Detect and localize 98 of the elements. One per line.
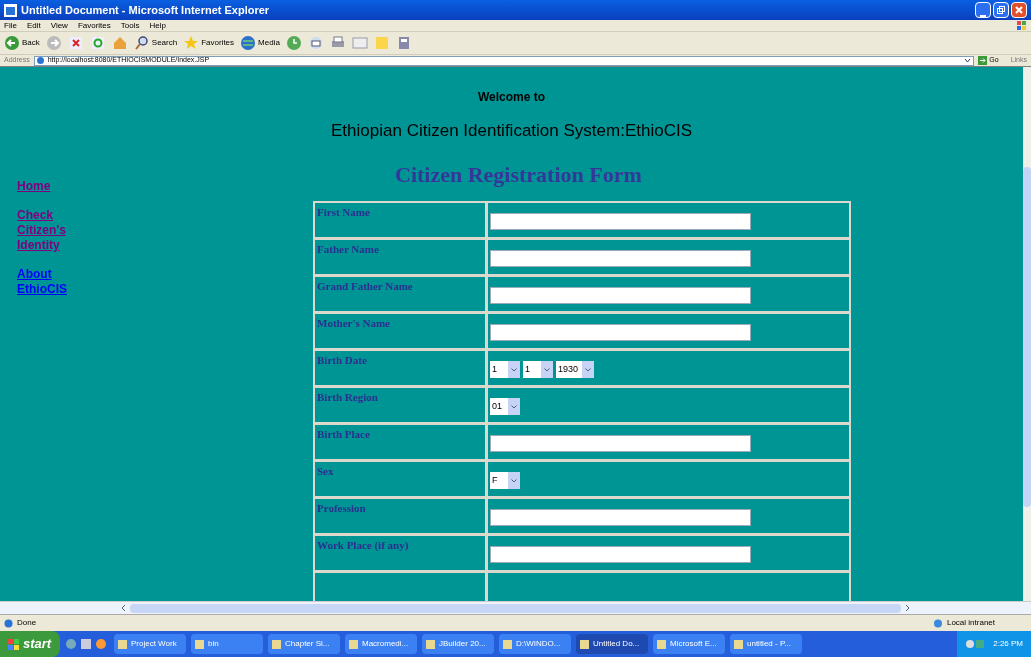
dropdown[interactable]: 01 [490, 398, 520, 415]
menu-item[interactable]: Edit [26, 19, 41, 32]
taskbar-button[interactable]: Project Work [114, 634, 186, 654]
windows-logo-icon [1017, 20, 1027, 31]
stop-button[interactable] [67, 35, 84, 51]
network-icon [965, 639, 986, 649]
minimize-button[interactable] [975, 2, 991, 18]
field-label: Birth Date [315, 350, 485, 385]
caret-icon [511, 478, 517, 483]
star-icon [183, 35, 200, 51]
field-label: First Name [315, 202, 485, 237]
field-label: Profession [315, 498, 485, 533]
media-button[interactable]: Media [240, 35, 280, 51]
forward-button[interactable] [45, 35, 62, 51]
quick-launch-icon[interactable] [65, 638, 109, 650]
window-icon [503, 639, 512, 649]
clock-text: 2:26 PM [993, 638, 1023, 650]
taskbar-button[interactable]: bin [191, 634, 263, 654]
window-title: Untitled Document - Microsoft Internet Explorer [21, 2, 270, 18]
note-icon [373, 35, 390, 51]
taskbar-button[interactable]: JBuilder 20... [422, 634, 494, 654]
caret-icon [511, 404, 517, 409]
edit-button[interactable] [351, 35, 368, 51]
scroll-left-icon [120, 604, 126, 612]
restore-icon [997, 6, 1005, 14]
windows-logo-icon [8, 638, 19, 650]
input-field[interactable] [490, 250, 751, 267]
stop-icon [67, 35, 84, 51]
close-icon [1015, 6, 1023, 14]
taskbar-button[interactable]: Microsoft E... [653, 634, 725, 654]
input-field[interactable] [490, 546, 751, 563]
browser-icon [4, 3, 17, 17]
window-icon [734, 639, 743, 649]
window-icon [349, 639, 358, 649]
status-text: Done [17, 617, 37, 629]
home-button[interactable] [111, 35, 128, 51]
field-label: Birth Place [315, 424, 485, 459]
scroll-right-icon [905, 604, 911, 612]
window-icon [272, 639, 281, 649]
taskbar-button[interactable]: Untitled Do... [576, 634, 648, 654]
field-label: Grand Father Name [315, 276, 485, 311]
clock-icon [285, 35, 302, 51]
menu-item[interactable]: Favorites [77, 19, 111, 32]
dropdown[interactable]: 1930 [556, 361, 594, 378]
input-field[interactable] [490, 287, 751, 304]
field-label: Mother's Name [315, 313, 485, 348]
minimize-icon [980, 14, 986, 17]
globe-icon [240, 35, 257, 51]
back-button[interactable]: Back [4, 35, 40, 51]
page-icon [4, 618, 13, 628]
arrow-icon [978, 56, 988, 65]
input-field[interactable] [490, 509, 751, 526]
field-label: Sex [315, 461, 485, 496]
start-button[interactable]: start [0, 631, 60, 657]
page-icon [36, 57, 44, 64]
caret-icon [511, 367, 517, 372]
input-field[interactable] [490, 213, 751, 230]
dropdown-icon [964, 57, 972, 64]
dropdown[interactable]: 1 [523, 361, 553, 378]
search-button[interactable]: Search [133, 35, 178, 51]
restore-button[interactable] [993, 2, 1009, 18]
menu-item[interactable]: View [50, 19, 68, 32]
form-title: Citizen Registration Form [394, 160, 643, 189]
menu-item[interactable]: Help [149, 19, 166, 32]
taskbar-button[interactable]: Chapter Si... [268, 634, 340, 654]
caret-icon [585, 367, 591, 372]
search-icon [133, 35, 150, 51]
window-icon [118, 639, 127, 649]
taskbar-button[interactable]: untitled - P... [730, 634, 802, 654]
menu-item[interactable]: File [4, 19, 17, 32]
taskbar-button[interactable]: D:\WINDO... [499, 634, 571, 654]
caret-icon [544, 367, 550, 372]
field-label: Father Name [315, 239, 485, 274]
taskbar-button[interactable]: Macromedi... [345, 634, 417, 654]
dropdown[interactable]: F [490, 472, 520, 489]
window-icon [426, 639, 435, 649]
network-icon [932, 618, 943, 628]
window-icon [580, 639, 589, 649]
document-icon [351, 35, 368, 51]
menu-item[interactable]: Tools [120, 19, 140, 32]
home-icon [111, 35, 128, 51]
favorites-button[interactable]: Favorites [183, 35, 235, 51]
welcome-text: Welcome to [476, 89, 547, 106]
dropdown[interactable]: 1 [490, 361, 520, 378]
close-button[interactable] [1011, 2, 1027, 18]
system-name-heading: Ethiopian Citizen Identification System:EthioCIS [330, 120, 693, 142]
field-label: Work Place (if any) [315, 535, 485, 570]
field-label: Birth Region [315, 387, 485, 422]
window-icon [195, 639, 204, 649]
history-button[interactable] [285, 35, 302, 51]
input-field[interactable] [490, 435, 751, 452]
input-field[interactable] [490, 324, 751, 341]
zone-text: Local intranet [946, 617, 995, 629]
mail-icon [307, 35, 324, 51]
window-icon [657, 639, 666, 649]
horizontal-scrollbar[interactable] [0, 601, 1031, 614]
vertical-scrollbar[interactable] [1023, 67, 1031, 601]
mail-button[interactable] [307, 35, 324, 51]
